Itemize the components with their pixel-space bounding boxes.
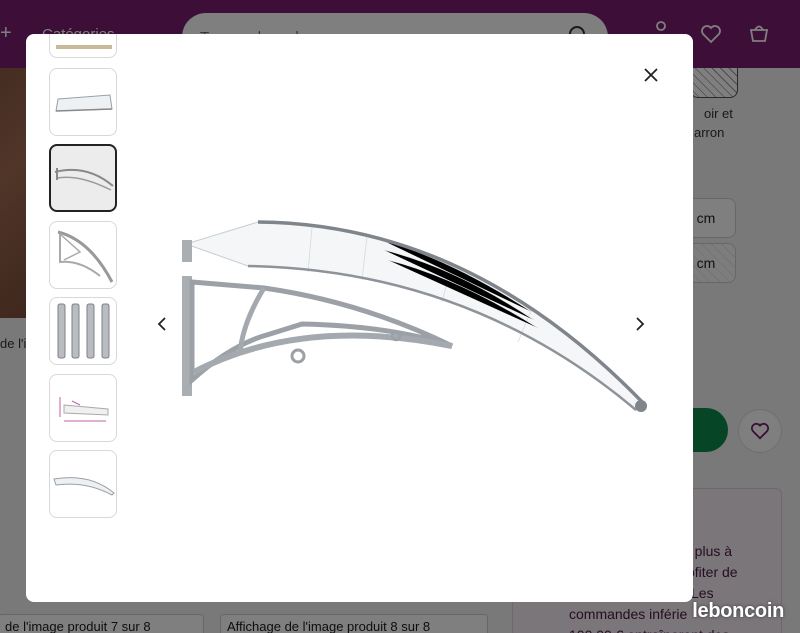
image-gallery-modal [26, 34, 693, 602]
thumbnail[interactable] [49, 374, 117, 442]
thumbnail[interactable] [49, 34, 117, 58]
thumbnail[interactable] [49, 221, 117, 289]
close-button[interactable] [639, 63, 663, 87]
thumbnail[interactable] [49, 450, 117, 518]
close-icon [644, 68, 658, 82]
thumbnail[interactable] [49, 68, 117, 136]
next-image-button[interactable] [626, 310, 654, 338]
chevron-right-icon [636, 317, 645, 331]
thumbnail[interactable] [49, 297, 117, 365]
chevron-left-icon [157, 317, 166, 331]
main-product-image [182, 220, 648, 412]
previous-image-button[interactable] [148, 310, 176, 338]
watermark-logo: leboncoin [692, 600, 784, 622]
thumbnail-rail[interactable] [48, 34, 144, 602]
thumbnail-selected[interactable] [49, 144, 117, 212]
